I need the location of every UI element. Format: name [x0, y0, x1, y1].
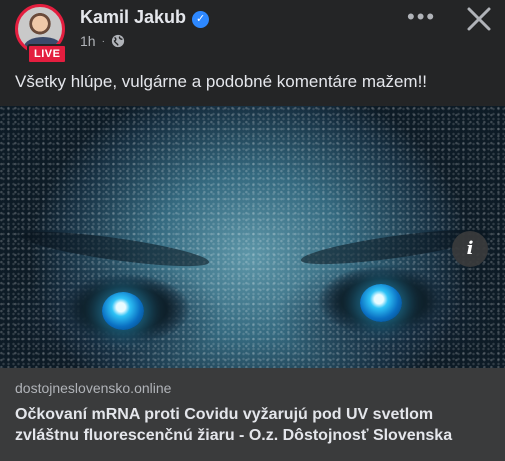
glowing-eye-left	[60, 274, 190, 344]
meta-separator: ·	[101, 35, 105, 47]
link-domain: dostojneslovensko.online	[15, 380, 172, 396]
more-options-icon: •••	[407, 4, 437, 29]
post-header: LIVE Kamil Jakub ✓ 1h · •••	[0, 0, 505, 64]
link-headline[interactable]: Očkovaní mRNA proti Covidu vyžarujú pod …	[15, 404, 490, 446]
glowing-eye-right	[318, 266, 448, 336]
close-icon[interactable]	[465, 5, 493, 33]
info-icon[interactable]: i	[452, 231, 488, 267]
author-name-text: Kamil Jakub	[80, 7, 187, 27]
verified-badge-icon: ✓	[192, 11, 210, 28]
more-options-button[interactable]: •••	[407, 4, 436, 30]
link-preview-image[interactable]: i	[0, 106, 505, 368]
live-badge: LIVE	[27, 44, 68, 64]
post-time[interactable]: 1h	[80, 33, 96, 49]
author-name[interactable]: Kamil Jakub ✓	[80, 7, 210, 28]
post-caption: Všetky hlúpe, vulgárne a podobné komentá…	[15, 72, 428, 91]
post-meta: 1h ·	[80, 33, 125, 49]
author-avatar[interactable]: LIVE	[15, 4, 71, 64]
globe-icon[interactable]	[111, 34, 125, 48]
